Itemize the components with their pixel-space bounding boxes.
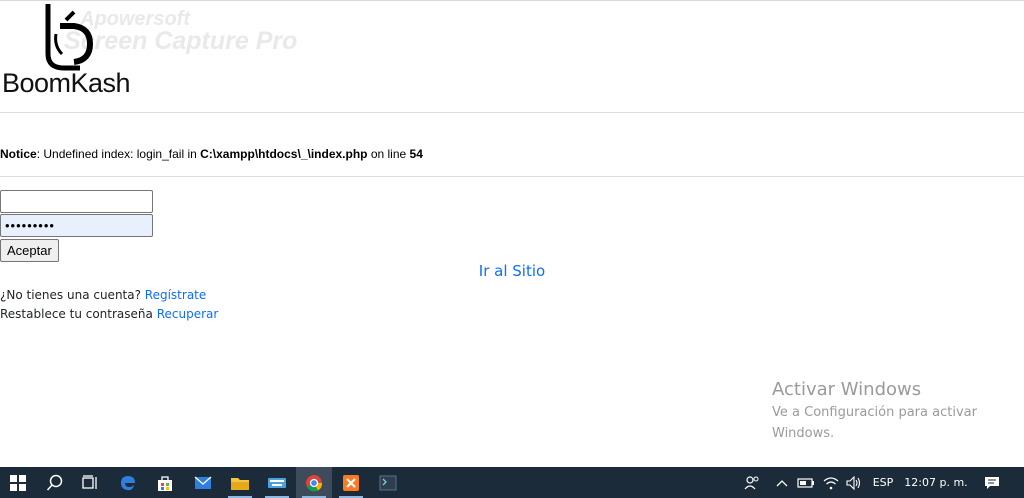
wifi-icon[interactable] bbox=[820, 467, 842, 498]
header-divider bbox=[0, 112, 1024, 113]
battery-icon[interactable] bbox=[795, 467, 817, 498]
go-to-site-link[interactable]: Ir al Sitio bbox=[0, 262, 1024, 280]
php-notice: Notice: Undefined index: login_fail in C… bbox=[0, 147, 423, 161]
file-explorer-icon[interactable] bbox=[222, 467, 258, 498]
register-link[interactable]: Regístrate bbox=[145, 288, 206, 302]
brand-name: BoomKash bbox=[2, 68, 131, 98]
windows-activation-notice: Activar Windows Ve a Configuración para … bbox=[772, 378, 1002, 444]
notice-label: Notice bbox=[0, 147, 37, 161]
password-input[interactable] bbox=[0, 214, 153, 237]
search-icon[interactable] bbox=[37, 467, 73, 498]
people-icon[interactable] bbox=[740, 467, 764, 498]
clock[interactable]: 12:07 p. m. bbox=[903, 467, 969, 498]
notifications-icon[interactable] bbox=[978, 467, 1006, 498]
recover-line: Restablece tu contraseña Recuperar bbox=[0, 307, 218, 321]
notice-text: : Undefined index: login_fail in bbox=[36, 147, 201, 161]
taskbar: ESP 12:07 p. m. bbox=[0, 467, 1024, 498]
store-icon[interactable] bbox=[147, 467, 183, 498]
recover-prompt: Restablece tu contraseña bbox=[0, 307, 157, 321]
keyboard-app-icon[interactable] bbox=[259, 467, 295, 498]
language-indicator[interactable]: ESP bbox=[869, 467, 897, 498]
username-input[interactable] bbox=[0, 190, 153, 213]
volume-icon[interactable] bbox=[843, 467, 865, 498]
windows-start-icon[interactable] bbox=[0, 467, 36, 498]
task-view-icon[interactable] bbox=[72, 467, 108, 498]
submit-button[interactable]: Aceptar bbox=[0, 239, 59, 262]
notice-path: C:\xampp\htdocs\_\index.php bbox=[200, 147, 368, 161]
chevron-up-icon[interactable] bbox=[772, 467, 792, 498]
terminal-app-icon[interactable] bbox=[370, 467, 406, 498]
chrome-icon[interactable] bbox=[296, 467, 332, 498]
activation-message: Ve a Configuración para activar Windows. bbox=[772, 405, 977, 441]
boomkash-logo-icon bbox=[45, 4, 94, 71]
mail-icon[interactable] bbox=[185, 467, 221, 498]
notice-text-line: on line bbox=[367, 147, 410, 161]
recover-link[interactable]: Recuperar bbox=[157, 307, 219, 321]
xampp-icon[interactable] bbox=[333, 467, 369, 498]
notice-line-number: 54 bbox=[409, 147, 423, 161]
activation-title: Activar Windows bbox=[772, 379, 922, 400]
register-prompt: ¿No tienes una cuenta? bbox=[0, 288, 145, 302]
register-line: ¿No tienes una cuenta? Regístrate bbox=[0, 288, 206, 302]
notice-divider bbox=[0, 176, 1024, 177]
edge-icon[interactable] bbox=[110, 467, 146, 498]
